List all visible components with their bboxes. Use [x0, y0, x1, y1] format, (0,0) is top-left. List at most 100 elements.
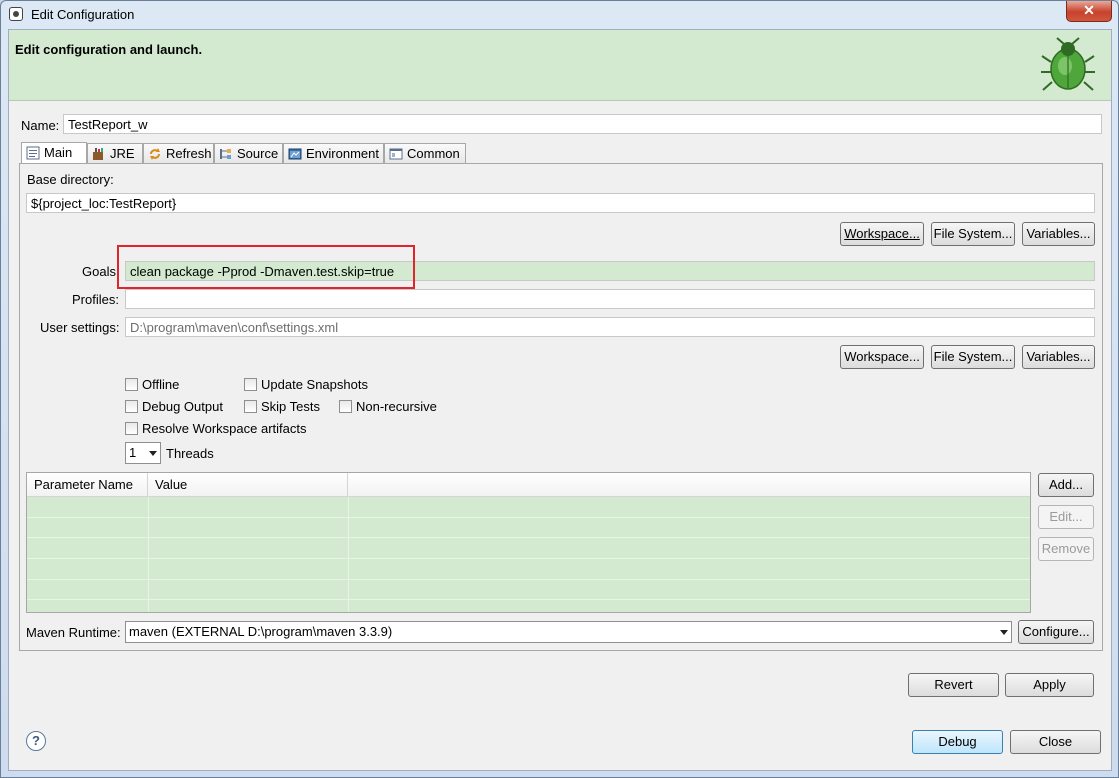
environment-icon — [288, 148, 302, 160]
edit-configuration-window: Edit Configuration ✕ Edit configuration … — [0, 0, 1119, 778]
resolve-workspace-checkbox[interactable]: Resolve Workspace artifacts — [125, 421, 307, 436]
title-bar[interactable]: Edit Configuration ✕ — [1, 1, 1118, 29]
refresh-icon — [150, 148, 160, 160]
column-divider — [348, 497, 349, 612]
row-divider — [27, 579, 1030, 580]
header-banner: Edit configuration and launch. — [9, 30, 1111, 101]
base-variables-button-label: Variables... — [1026, 226, 1091, 241]
profiles-label: Profiles: — [72, 292, 119, 307]
settings-workspace-button-label: Workspace... — [844, 349, 920, 364]
chevron-down-icon — [149, 451, 157, 456]
settings-file-system-button[interactable]: File System... — [931, 345, 1015, 369]
configure-runtime-button[interactable]: Configure... — [1018, 620, 1094, 644]
remove-parameter-button[interactable]: Remove — [1038, 537, 1094, 561]
profiles-field[interactable] — [125, 289, 1095, 309]
row-divider — [27, 517, 1030, 518]
offline-checkbox[interactable]: Offline — [125, 377, 179, 392]
remove-parameter-button-label: Remove — [1041, 541, 1091, 556]
tab-refresh[interactable]: Refresh — [143, 143, 214, 164]
revert-button[interactable]: Revert — [908, 673, 999, 697]
row-divider — [27, 599, 1030, 600]
debug-output-checkbox-box[interactable] — [125, 400, 138, 413]
offline-checkbox-label: Offline — [142, 377, 180, 392]
skip-tests-checkbox[interactable]: Skip Tests — [244, 399, 320, 414]
table-header: Parameter Name Value — [27, 473, 1030, 497]
tab-main-label: Main — [44, 145, 73, 160]
revert-button-label: Revert — [934, 677, 973, 692]
maven-runtime-label: Maven Runtime: — [26, 625, 121, 640]
dialog-client-area: Edit configuration and launch. Name: Tes… — [8, 29, 1112, 771]
apply-button[interactable]: Apply — [1005, 673, 1094, 697]
user-settings-label: User settings: — [40, 320, 120, 335]
base-directory-field[interactable]: ${project_loc:TestReport} — [26, 193, 1095, 213]
banner-heading: Edit configuration and launch. — [15, 42, 203, 57]
parameters-table[interactable]: Parameter Name Value — [26, 472, 1031, 613]
maven-runtime-select-value: maven (EXTERNAL D:\program\maven 3.3.9) — [129, 624, 393, 639]
tab-source-label: Source — [237, 146, 279, 161]
debug-output-checkbox[interactable]: Debug Output — [125, 399, 223, 414]
name-field[interactable]: TestReport_w — [63, 114, 1102, 134]
help-icon[interactable]: ? — [26, 731, 46, 751]
close-button[interactable]: Close — [1010, 730, 1101, 754]
tab-jre-label: JRE — [110, 146, 135, 161]
chevron-down-icon — [1000, 630, 1008, 635]
tab-refresh-label: Refresh — [166, 146, 212, 161]
threads-select[interactable]: 1 — [125, 442, 161, 464]
update-snapshots-checkbox-label: Update Snapshots — [261, 377, 368, 392]
tab-common-label: Common — [407, 146, 460, 161]
debug-bug-icon — [1041, 37, 1095, 91]
threads-select-value: 1 — [129, 445, 137, 460]
apply-button-label: Apply — [1033, 677, 1066, 692]
tab-main[interactable]: Main — [21, 142, 87, 164]
base-file-system-button-label: File System... — [933, 226, 1013, 241]
base-file-system-button[interactable]: File System... — [931, 222, 1015, 246]
debug-button-label: Debug — [938, 734, 977, 749]
tab-common[interactable]: Common — [384, 143, 466, 164]
non-recursive-checkbox[interactable]: Non-recursive — [339, 399, 437, 414]
close-window-button[interactable]: ✕ — [1066, 1, 1112, 22]
update-snapshots-checkbox-box[interactable] — [244, 378, 257, 391]
non-recursive-checkbox-label: Non-recursive — [356, 399, 437, 414]
configure-runtime-button-label: Configure... — [1022, 624, 1090, 639]
settings-file-system-button-label: File System... — [933, 349, 1013, 364]
debug-button[interactable]: Debug — [912, 730, 1003, 754]
tab-environment[interactable]: Environment — [283, 143, 384, 164]
tab-jre[interactable]: JRE — [87, 143, 143, 164]
table-body[interactable] — [27, 497, 1030, 612]
goals-label: Goals — [82, 264, 116, 279]
tab-source[interactable]: Source — [214, 143, 283, 164]
offline-checkbox-box[interactable] — [125, 378, 138, 391]
column-header-parameter-name[interactable]: Parameter Name — [27, 473, 148, 496]
edit-parameter-button[interactable]: Edit... — [1038, 505, 1094, 529]
user-settings-field[interactable]: D:\program\maven\conf\settings.xml — [125, 317, 1095, 337]
common-icon — [389, 148, 403, 160]
debug-output-checkbox-label: Debug Output — [142, 399, 223, 414]
main-tab-icon — [26, 146, 40, 160]
base-directory-label: Base directory: — [27, 172, 114, 187]
jre-icon — [93, 148, 103, 160]
maven-runtime-select[interactable]: maven (EXTERNAL D:\program\maven 3.3.9) — [125, 621, 1012, 643]
goals-highlight-box — [117, 245, 415, 289]
settings-variables-button[interactable]: Variables... — [1022, 345, 1095, 369]
skip-tests-checkbox-label: Skip Tests — [261, 399, 321, 414]
base-variables-button[interactable]: Variables... — [1022, 222, 1095, 246]
column-header-value[interactable]: Value — [148, 473, 348, 496]
non-recursive-checkbox-box[interactable] — [339, 400, 352, 413]
update-snapshots-checkbox[interactable]: Update Snapshots — [244, 377, 368, 392]
settings-workspace-button[interactable]: Workspace... — [840, 345, 924, 369]
skip-tests-checkbox-box[interactable] — [244, 400, 257, 413]
add-parameter-button-label: Add... — [1049, 477, 1083, 492]
tab-environment-label: Environment — [306, 146, 379, 161]
close-button-label: Close — [1038, 734, 1073, 749]
add-parameter-button[interactable]: Add... — [1038, 473, 1094, 497]
source-icon — [220, 149, 231, 159]
settings-variables-button-label: Variables... — [1026, 349, 1091, 364]
threads-label: Threads — [166, 446, 214, 461]
resolve-workspace-checkbox-label: Resolve Workspace artifacts — [142, 421, 307, 436]
column-divider — [148, 497, 149, 612]
resolve-workspace-checkbox-box[interactable] — [125, 422, 138, 435]
name-label: Name: — [21, 118, 60, 133]
row-divider — [27, 558, 1030, 559]
row-divider — [27, 537, 1030, 538]
base-workspace-button[interactable]: Workspace... — [840, 222, 924, 246]
